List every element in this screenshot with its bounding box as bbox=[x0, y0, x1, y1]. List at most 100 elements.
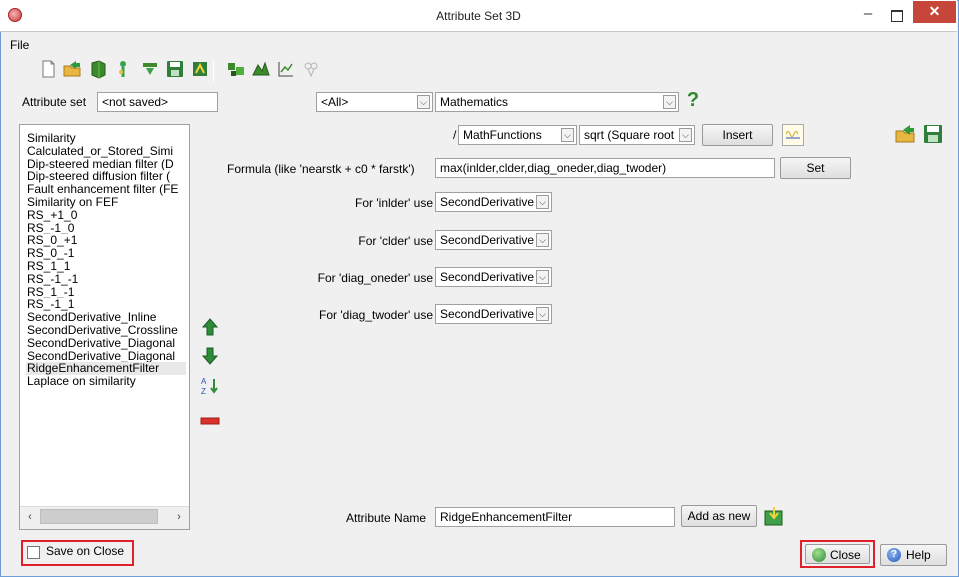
input-select-diag-oneder[interactable]: SecondDerivative ⌵ bbox=[435, 267, 552, 287]
window-close-button[interactable]: ✕ bbox=[913, 1, 956, 23]
window-title: Attribute Set 3D bbox=[436, 9, 521, 23]
svg-text:A: A bbox=[201, 377, 207, 386]
attribute-list-item[interactable]: Laplace on similarity bbox=[26, 375, 186, 388]
input-value-diag-oneder: SecondDerivative bbox=[440, 270, 535, 284]
set-formula-button[interactable]: Set bbox=[780, 157, 851, 179]
input-value-diag-twoder: SecondDerivative bbox=[440, 307, 535, 321]
remove-attribute-button[interactable] bbox=[200, 410, 220, 432]
function-choice-value: sqrt (Square root bbox=[584, 128, 675, 142]
attribute-list-item[interactable]: RS_+1_0 bbox=[26, 209, 186, 222]
add-as-new-button[interactable]: Add as new bbox=[681, 505, 757, 527]
attribute-list-item[interactable]: RS_1_1 bbox=[26, 260, 186, 273]
graph-icon[interactable] bbox=[276, 59, 296, 79]
scrollbar-thumb[interactable] bbox=[40, 509, 158, 524]
formula-field[interactable]: max(inlder,clder,diag_oneder,diag_twoder… bbox=[435, 158, 775, 178]
attribute-list-item[interactable]: Calculated_or_Stored_Simi bbox=[26, 145, 186, 158]
settings-icon[interactable] bbox=[301, 59, 321, 79]
chevron-down-icon: ⌵ bbox=[663, 95, 676, 109]
attribute-type-select[interactable]: Mathematics ⌵ bbox=[435, 92, 679, 112]
function-choice-select[interactable]: sqrt (Square root ⌵ bbox=[579, 125, 695, 145]
input-select-diag-twoder[interactable]: SecondDerivative ⌵ bbox=[435, 304, 552, 324]
open-icon[interactable] bbox=[62, 59, 82, 79]
save-icon[interactable] bbox=[165, 59, 185, 79]
input-value-inlder: SecondDerivative bbox=[440, 195, 535, 209]
help-icon[interactable]: ? bbox=[683, 88, 703, 112]
attribute-list-item[interactable]: RS_0_-1 bbox=[26, 247, 186, 260]
input-value-clder: SecondDerivative bbox=[440, 233, 535, 247]
maximize-button[interactable] bbox=[883, 6, 909, 26]
attribute-type-value: Mathematics bbox=[440, 95, 509, 109]
attribute-list-item[interactable]: Dip-steered diffusion filter ( bbox=[26, 170, 186, 183]
tools-icon[interactable] bbox=[226, 59, 246, 79]
store-attribute-icon[interactable] bbox=[762, 504, 786, 528]
new-icon[interactable] bbox=[38, 59, 58, 79]
attribute-list[interactable]: Similarity Calculated_or_Stored_Simi Dip-s… bbox=[19, 124, 190, 530]
attribute-list-items: Similarity Calculated_or_Stored_Simi Dip-s… bbox=[26, 132, 186, 388]
attribute-list-item[interactable]: SecondDerivative_Diagonal bbox=[26, 337, 186, 350]
help-circle-icon: ? bbox=[887, 548, 901, 562]
category-select-value: <All> bbox=[321, 95, 349, 109]
menu-file[interactable]: File bbox=[10, 38, 29, 52]
attribute-name-field[interactable]: RidgeEnhancementFilter bbox=[435, 507, 675, 527]
attribute-list-item[interactable]: SecondDerivative_Crossline bbox=[26, 324, 186, 337]
default-set-icon[interactable] bbox=[113, 59, 133, 79]
attribute-list-item[interactable]: RS_1_-1 bbox=[26, 286, 186, 299]
attribute-list-item[interactable]: RS_-1_0 bbox=[26, 222, 186, 235]
help-button[interactable]: ? Help bbox=[880, 544, 947, 566]
chevron-down-icon: ⌵ bbox=[536, 233, 549, 247]
save-attribute-icon[interactable] bbox=[922, 123, 944, 145]
import-icon[interactable] bbox=[140, 59, 160, 79]
insert-button[interactable]: Insert bbox=[702, 124, 773, 146]
attribute-list-item[interactable]: SecondDerivative_Inline bbox=[26, 311, 186, 324]
chevron-down-icon: ⌵ bbox=[536, 307, 549, 321]
chevron-down-icon: ⌵ bbox=[536, 195, 549, 209]
wave-icon[interactable] bbox=[782, 124, 804, 146]
chevron-down-icon: ⌵ bbox=[561, 128, 574, 142]
save-on-close-checkbox[interactable] bbox=[27, 546, 40, 559]
attribute-set-name-field[interactable]: <not saved> bbox=[97, 92, 218, 112]
move-up-button[interactable] bbox=[200, 316, 220, 338]
attribute-list-item[interactable]: RS_-1_1 bbox=[26, 298, 186, 311]
input-label-inlder: For 'inlder' use bbox=[355, 196, 433, 210]
attribute-list-item[interactable]: RidgeEnhancementFilter bbox=[26, 362, 186, 376]
input-label-diag-oneder: For 'diag_oneder' use bbox=[317, 271, 433, 285]
attribute-set-icon[interactable] bbox=[251, 59, 271, 79]
input-select-clder[interactable]: SecondDerivative ⌵ bbox=[435, 230, 552, 250]
reload-icon[interactable] bbox=[190, 59, 210, 79]
open-attribute-icon[interactable] bbox=[894, 123, 916, 145]
attribute-list-item[interactable]: Fault enhancement filter (FE bbox=[26, 183, 186, 196]
close-button[interactable]: Close bbox=[805, 544, 870, 564]
input-label-clder: For 'clder' use bbox=[358, 234, 433, 248]
attribute-list-item[interactable]: RS_0_+1 bbox=[26, 234, 186, 247]
help-button-label: Help bbox=[906, 548, 931, 562]
attribute-list-item[interactable]: Similarity on FEF bbox=[26, 196, 186, 209]
chevron-down-icon: ⌵ bbox=[417, 95, 430, 109]
category-select[interactable]: <All> ⌵ bbox=[316, 92, 433, 112]
close-button-label: Close bbox=[830, 548, 861, 562]
input-select-inlder[interactable]: SecondDerivative ⌵ bbox=[435, 192, 552, 212]
chevron-down-icon: ⌵ bbox=[536, 270, 549, 284]
toolbar-separator bbox=[213, 60, 214, 82]
attribute-list-item[interactable]: Dip-steered median filter (D bbox=[26, 158, 186, 171]
scroll-right-icon[interactable]: › bbox=[173, 508, 185, 526]
attribute-list-item[interactable]: SecondDerivative_Diagonal bbox=[26, 350, 186, 363]
math-functions-select[interactable]: MathFunctions ⌵ bbox=[458, 125, 577, 145]
attribute-name-label: Attribute Name bbox=[346, 511, 427, 525]
attribute-list-item[interactable]: Similarity bbox=[26, 132, 186, 145]
svg-text:Z: Z bbox=[201, 387, 206, 396]
save-on-close-label[interactable]: Save on Close bbox=[46, 544, 124, 558]
math-functions-value: MathFunctions bbox=[463, 128, 542, 142]
input-label-diag-twoder: For 'diag_twoder' use bbox=[319, 308, 433, 322]
scroll-left-icon[interactable]: ‹ bbox=[24, 508, 36, 526]
minimize-button[interactable]: – bbox=[855, 6, 881, 26]
attribute-set-label: Attribute set bbox=[22, 95, 87, 109]
formula-label: Formula (like 'nearstk + c0 * farstk') bbox=[227, 162, 415, 176]
move-down-button[interactable] bbox=[200, 345, 220, 367]
save-as-icon[interactable] bbox=[88, 59, 108, 79]
function-separator: / bbox=[453, 128, 457, 142]
sort-az-button[interactable]: AZ bbox=[200, 375, 220, 397]
checkmark-icon bbox=[812, 548, 826, 562]
menu-bar bbox=[1, 34, 956, 54]
chevron-down-icon: ⌵ bbox=[679, 128, 692, 142]
attribute-list-item[interactable]: RS_-1_-1 bbox=[26, 273, 186, 286]
